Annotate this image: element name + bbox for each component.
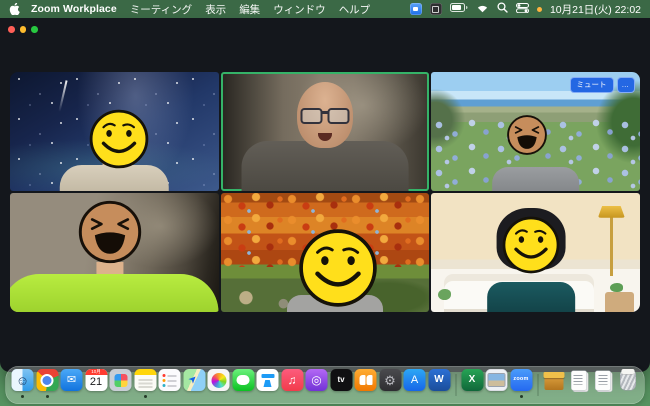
zoom-window: ミュート … (0, 18, 650, 372)
running-indicator-dot (144, 395, 147, 398)
participant-body (60, 165, 169, 191)
wifi-icon[interactable] (476, 3, 489, 16)
participant-body (242, 141, 409, 191)
dock-books-icon[interactable] (355, 369, 377, 398)
video-tile-3[interactable]: ミュート … (431, 72, 640, 191)
participant-hair (497, 208, 566, 270)
menubar-menu-5[interactable]: ヘルプ (339, 4, 371, 16)
dock-appletv-icon[interactable]: tv (330, 369, 352, 398)
window-minimize-button[interactable] (20, 26, 27, 33)
menubar-menu-2[interactable]: 表示 (205, 4, 226, 16)
dock-chrome-icon[interactable] (36, 369, 58, 398)
maps-glyph: ➤ (187, 373, 200, 386)
word-label: W (434, 375, 443, 385)
dock-excel-icon[interactable]: X (461, 369, 483, 398)
dock-notes-icon[interactable] (134, 369, 156, 398)
running-indicator-dot (21, 395, 24, 398)
participant-body (287, 295, 383, 312)
window-fullscreen-button[interactable] (31, 26, 38, 33)
running-indicator-dot (520, 395, 523, 398)
mute-participant-button[interactable]: ミュート (570, 77, 614, 93)
dock-messages-icon[interactable] (232, 369, 254, 398)
mail-glyph: ✉ (67, 375, 76, 386)
calendar-month-label: 10月 (85, 369, 107, 375)
floor-lamp (610, 217, 613, 277)
dock-maps-icon[interactable]: ➤ (183, 369, 205, 398)
appletv-label: tv (337, 376, 344, 384)
dock-podcasts-icon[interactable]: ◎ (306, 369, 328, 398)
battery-icon[interactable] (450, 3, 468, 15)
recording-indicator-dot (537, 7, 542, 12)
finder-glyph: ☺ (16, 374, 29, 387)
small-plant (438, 289, 451, 300)
menubar-app-name[interactable]: Zoom Workplace (31, 3, 117, 15)
menubar-clock[interactable]: 10月21日(火) 22:02 (550, 2, 641, 17)
apple-menu-icon[interactable] (9, 3, 20, 15)
menubar-menu-3[interactable]: 編集 (239, 4, 260, 16)
dock-launchpad-icon[interactable] (110, 369, 132, 398)
dock-appstore-icon[interactable]: A (404, 369, 426, 398)
dock-music-icon[interactable]: ♫ (281, 369, 303, 398)
system-settings-glyph: ⚙ (384, 374, 396, 387)
dock-mail-icon[interactable]: ✉ (61, 369, 83, 398)
dock-photos-icon[interactable] (208, 369, 230, 398)
video-tile-5[interactable] (221, 193, 430, 312)
desktop: Zoom Workplace ミーティング 表示 編集 ウィンドウ ヘルプ 10月21日… (0, 0, 650, 406)
dock-word-icon[interactable]: W (428, 369, 450, 398)
window-close-button[interactable] (8, 26, 15, 33)
excel-label: X (469, 375, 476, 385)
spotlight-search-icon[interactable] (497, 2, 508, 16)
dock: ☺✉10月21➤♫◎tv⚙AWXzoom (6, 366, 645, 404)
laughing-emoji-overlay (77, 199, 143, 265)
participant-body (492, 167, 580, 191)
running-indicator-dot (46, 395, 49, 398)
dock-screenshot-preview-icon[interactable] (486, 369, 508, 398)
participant-body (10, 274, 219, 312)
menu-bar: Zoom Workplace ミーティング 表示 編集 ウィンドウ ヘルプ 10月21日… (0, 0, 650, 18)
video-tile-1[interactable] (10, 72, 219, 191)
dock-reminders-icon[interactable] (159, 369, 181, 398)
dock-documents-stack-1-icon[interactable] (568, 369, 590, 398)
side-table-plant (605, 292, 634, 312)
dock-divider (455, 374, 456, 396)
appstore-label: A (411, 375, 418, 386)
glasses (300, 108, 349, 124)
video-tile-2-active-speaker[interactable] (221, 72, 430, 191)
calendar-day-label: 21 (90, 377, 102, 388)
podcasts-glyph: ◎ (311, 374, 321, 386)
window-title-bar[interactable] (0, 18, 650, 40)
zoom-menubar-icon[interactable] (410, 3, 422, 15)
dock-divider (537, 374, 538, 396)
video-tile-4[interactable] (10, 193, 219, 312)
menubar-menu-4[interactable]: ウィンドウ (273, 4, 326, 16)
dock-documents-stack-2-icon[interactable] (592, 369, 614, 398)
dock-calendar-icon[interactable]: 10月21 (85, 369, 107, 398)
menubar-menu-1[interactable]: ミーティング (130, 4, 192, 16)
zoom-label: zoom (513, 377, 528, 383)
dock-zoom-icon[interactable]: zoom (510, 369, 532, 398)
menubar-extra-app-icon[interactable] (430, 3, 442, 15)
dock-installer-package-icon[interactable] (543, 369, 565, 398)
video-gallery: ミュート … (10, 72, 640, 312)
dock-finder-icon[interactable]: ☺ (12, 369, 34, 398)
music-glyph: ♫ (288, 374, 297, 386)
control-center-icon[interactable] (516, 3, 529, 16)
participant-body (488, 282, 576, 312)
dock-keynote-icon[interactable] (257, 369, 279, 398)
maple-foliage (221, 193, 430, 267)
video-tile-6[interactable] (431, 193, 640, 312)
dock-trash-icon[interactable] (617, 369, 639, 398)
more-options-button[interactable]: … (617, 77, 636, 93)
dock-system-settings-icon[interactable]: ⚙ (379, 369, 401, 398)
